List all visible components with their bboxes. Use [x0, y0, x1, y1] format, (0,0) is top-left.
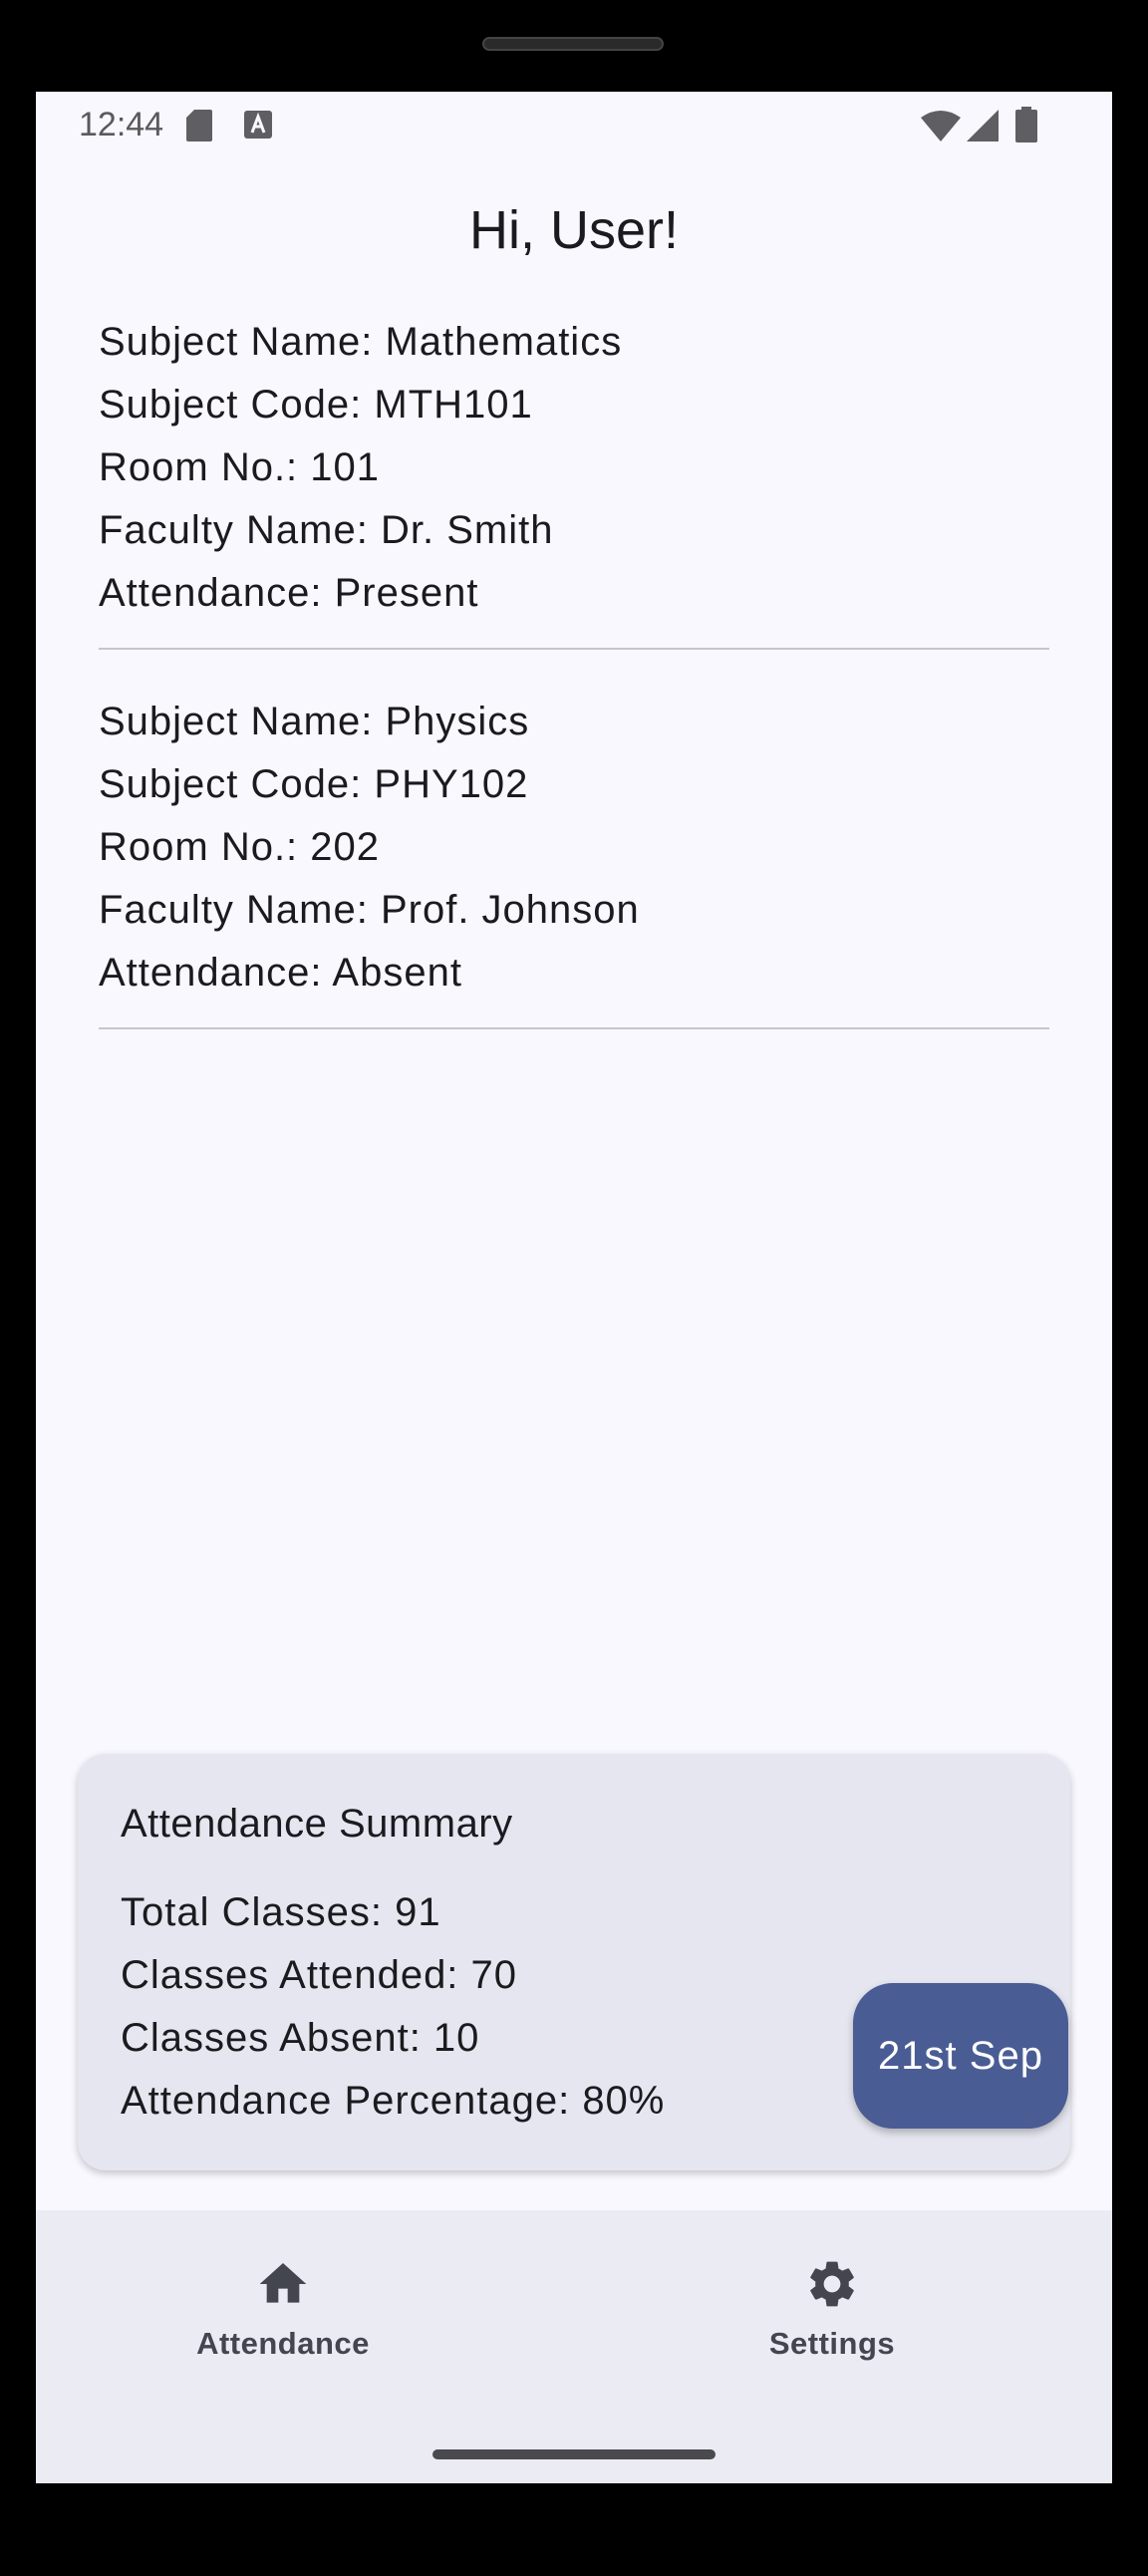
faculty-name: Faculty Name: Prof. Johnson	[99, 888, 640, 932]
subject-divider	[99, 648, 1049, 650]
nav-item-settings[interactable]: Settings	[683, 2256, 982, 2386]
faculty-name: Faculty Name: Dr. Smith	[99, 508, 554, 552]
subject-divider	[99, 1027, 1049, 1029]
bottom-navigation: Attendance Settings	[36, 2210, 1112, 2483]
status-bar: 12:44	[36, 92, 1112, 155]
date-button[interactable]: 21st Sep	[853, 1983, 1068, 2129]
attendance-status: Attendance: Present	[99, 571, 479, 615]
home-icon	[259, 2263, 307, 2303]
summary-stats: Total Classes: 91 Classes Attended: 70 C…	[121, 1881, 665, 2133]
room-number: Room No.: 202	[99, 825, 381, 869]
nav-item-attendance[interactable]: Attendance	[134, 2256, 432, 2386]
earpiece-speaker	[482, 37, 664, 51]
subject-code: Subject Code: PHY102	[99, 762, 529, 806]
keyboard-a-icon	[244, 111, 272, 139]
classes-absent: Classes Absent: 10	[121, 2016, 480, 2060]
signal-icon	[967, 110, 999, 142]
app-screen: 12:44 Hi, User! Subject Name: Mathematic…	[36, 92, 1112, 2483]
gear-icon	[810, 2261, 854, 2307]
device-frame: 12:44 Hi, User! Subject Name: Mathematic…	[0, 0, 1148, 2576]
summary-title: Attendance Summary	[121, 1802, 513, 1846]
attendance-summary-card: Attendance Summary Total Classes: 91 Cla…	[78, 1754, 1070, 2170]
nav-label-attendance: Attendance	[196, 2326, 370, 2361]
gesture-navigation-bar[interactable]	[432, 2449, 716, 2459]
sd-card-icon	[186, 110, 212, 142]
greeting-title: Hi, User!	[468, 200, 679, 260]
classes-attended: Classes Attended: 70	[121, 1953, 518, 1997]
wifi-icon	[921, 111, 961, 142]
attendance-status: Attendance: Absent	[99, 951, 462, 995]
subject-card-mathematics: Subject Name: Mathematics Subject Code: …	[99, 311, 1049, 625]
subject-code: Subject Code: MTH101	[99, 383, 533, 427]
room-number: Room No.: 101	[99, 445, 381, 489]
total-classes: Total Classes: 91	[121, 1890, 441, 1934]
subject-name: Subject Name: Mathematics	[99, 320, 623, 364]
subject-card-physics: Subject Name: Physics Subject Code: PHY1…	[99, 691, 1049, 1004]
attendance-percentage: Attendance Percentage: 80%	[121, 2079, 666, 2123]
nav-label-settings: Settings	[768, 2326, 896, 2361]
subject-name: Subject Name: Physics	[99, 700, 530, 743]
status-time: 12:44	[79, 106, 164, 143]
battery-icon	[1015, 107, 1037, 143]
